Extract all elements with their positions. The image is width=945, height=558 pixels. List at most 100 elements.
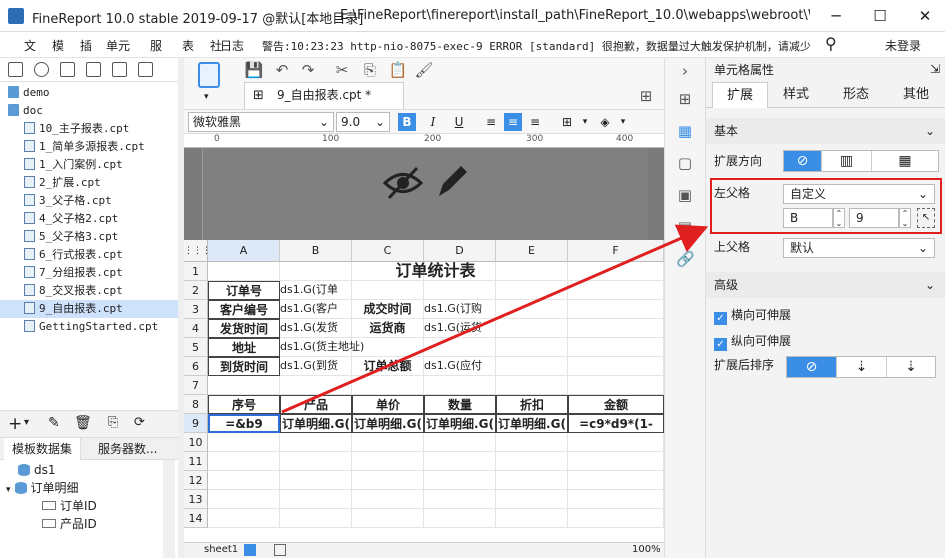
row-header[interactable]: 8 <box>184 395 208 414</box>
row-header[interactable]: 7 <box>184 376 208 395</box>
menu-table[interactable]: 表 <box>182 37 194 54</box>
cell[interactable]: =c9*d9*(1- <box>568 414 664 433</box>
empty-cell[interactable] <box>280 376 352 395</box>
empty-cell[interactable] <box>208 376 280 395</box>
empty-cell[interactable] <box>208 452 280 471</box>
menu-file[interactable]: 文 <box>24 37 36 54</box>
empty-cell[interactable] <box>424 376 496 395</box>
cell[interactable]: 发货时间 <box>208 319 280 338</box>
empty-cell[interactable] <box>496 471 568 490</box>
chevron-down-icon[interactable]: ▾ <box>614 113 632 131</box>
empty-cell[interactable] <box>496 433 568 452</box>
tree-file[interactable]: 10_主子报表.cpt <box>0 120 178 138</box>
empty-cell[interactable] <box>352 490 424 509</box>
cell[interactable]: =&b9 <box>208 414 280 433</box>
sort-ascending-icon[interactable]: ⇣ <box>837 357 887 377</box>
row-header[interactable]: 14 <box>184 509 208 528</box>
new-folder-icon[interactable] <box>8 62 23 77</box>
cell[interactable]: 折扣 <box>496 395 568 414</box>
row-header[interactable]: 9 <box>184 414 208 433</box>
empty-cell[interactable] <box>208 509 280 528</box>
cell[interactable]: 金额 <box>568 395 664 414</box>
widget-icon[interactable]: ▣ <box>676 186 694 204</box>
add-dataset-icon[interactable]: + <box>8 414 22 434</box>
save-icon[interactable]: 💾 <box>244 60 264 80</box>
cell[interactable]: 单价 <box>352 395 424 414</box>
cell[interactable]: 到货时间 <box>208 357 280 376</box>
cell[interactable]: 数量 <box>424 395 496 414</box>
close-button[interactable]: ✕ <box>915 6 935 26</box>
empty-cell[interactable] <box>352 509 424 528</box>
file-tab[interactable]: ⊞ 9_自由报表.cpt * <box>244 82 404 109</box>
underline-button[interactable]: U <box>450 113 468 131</box>
empty-cell[interactable] <box>352 471 424 490</box>
up-parent-select[interactable]: 默认 ⌄ <box>783 238 935 258</box>
align-left-icon[interactable]: ≡ <box>482 113 500 131</box>
row-spinner[interactable]: ⌃ ⌄ <box>899 208 911 228</box>
cell[interactable]: 序号 <box>208 395 280 414</box>
column-header-d[interactable]: D <box>424 240 496 262</box>
empty-cell[interactable] <box>568 376 664 395</box>
column-header-f[interactable]: F <box>568 240 664 262</box>
column-header-a[interactable]: A <box>208 240 280 262</box>
row-header[interactable]: 11 <box>184 452 208 471</box>
vertical-stretch-checkbox[interactable]: ✓ 纵向可伸展 <box>714 332 791 351</box>
italic-button[interactable]: I <box>424 113 442 131</box>
chevron-right-icon[interactable]: › <box>676 62 694 80</box>
row-header[interactable]: 3 <box>184 300 208 319</box>
cell[interactable]: 订单总额 <box>352 357 424 376</box>
empty-cell[interactable] <box>280 452 352 471</box>
add-poly-sheet-icon[interactable] <box>274 544 286 556</box>
row-header[interactable]: 12 <box>184 471 208 490</box>
paste-icon[interactable]: 📋 <box>388 60 408 80</box>
empty-cell[interactable] <box>496 490 568 509</box>
row-header[interactable]: 10 <box>184 433 208 452</box>
bold-button[interactable]: B <box>398 113 416 131</box>
empty-cell[interactable] <box>280 433 352 452</box>
row-header[interactable]: 2 <box>184 281 208 300</box>
element-icon[interactable]: ▢ <box>676 154 694 172</box>
collapse-icon[interactable] <box>138 62 153 77</box>
column-spinner[interactable]: ⌃ ⌄ <box>833 208 845 228</box>
cell[interactable]: 客户编号 <box>208 300 280 319</box>
empty-cell[interactable] <box>352 433 424 452</box>
tree-folder[interactable]: doc <box>0 102 178 120</box>
tab-server-datasets[interactable]: 服务器数... <box>90 438 165 460</box>
empty-cell[interactable] <box>424 471 496 490</box>
maximize-button[interactable]: ☐ <box>870 6 890 26</box>
row-header[interactable]: 1 <box>184 262 208 281</box>
align-right-icon[interactable]: ≡ <box>526 113 544 131</box>
cell[interactable]: 订单统计表 <box>208 262 664 281</box>
empty-cell[interactable] <box>280 471 352 490</box>
cell[interactable]: ds1.G(货主地址) <box>280 338 664 357</box>
tree-file[interactable]: 5_父子格3.cpt <box>0 228 178 246</box>
empty-cell[interactable] <box>496 509 568 528</box>
cell[interactable]: 订单明细.G( <box>280 414 352 433</box>
format-painter-icon[interactable]: 🖌 <box>414 60 434 80</box>
cell[interactable]: ds1.G(客户 <box>280 300 352 319</box>
cell[interactable]: ds1.G(运货 <box>424 319 664 338</box>
sheet-tab[interactable]: sheet1 <box>204 544 238 555</box>
cell[interactable]: 成交时间 <box>352 300 424 319</box>
template-type-icon[interactable] <box>198 62 220 88</box>
login-status[interactable]: 未登录 <box>885 37 921 54</box>
column-header-b[interactable]: B <box>280 240 352 262</box>
tab-other[interactable]: 其他 <box>888 82 944 108</box>
menu-cell[interactable]: 单元 <box>106 37 130 54</box>
empty-cell[interactable] <box>568 452 664 471</box>
empty-cell[interactable] <box>568 471 664 490</box>
cell[interactable]: ds1.G(应付 <box>424 357 664 376</box>
hidden-eye-icon[interactable] <box>383 166 423 200</box>
empty-cell[interactable] <box>208 433 280 452</box>
empty-cell[interactable] <box>568 509 664 528</box>
empty-cell[interactable] <box>496 452 568 471</box>
tree-file[interactable]: 7_分组报表.cpt <box>0 264 178 282</box>
empty-cell[interactable] <box>208 471 280 490</box>
edit-pencil-icon[interactable] <box>435 164 469 200</box>
row-header[interactable]: 13 <box>184 490 208 509</box>
empty-cell[interactable] <box>424 490 496 509</box>
empty-cell[interactable] <box>280 509 352 528</box>
pick-cell-icon[interactable]: ↖ <box>917 208 935 228</box>
refresh-dataset-icon[interactable]: ⟳ <box>134 415 145 430</box>
row-header[interactable]: 5 <box>184 338 208 357</box>
